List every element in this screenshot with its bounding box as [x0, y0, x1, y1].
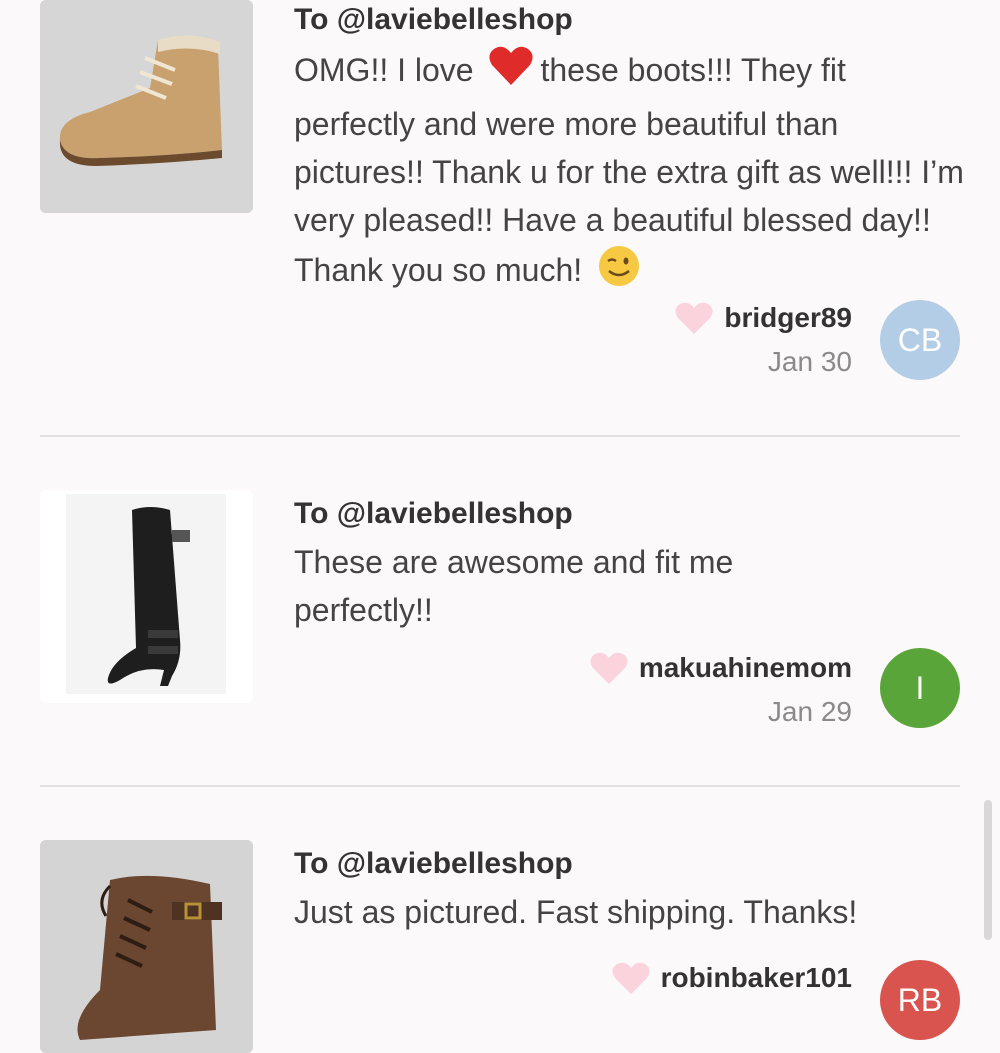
review-message: These are awesome and fit me perfectly!!: [294, 544, 734, 628]
avatar[interactable]: RB: [880, 960, 960, 1040]
reviewer-username[interactable]: bridger89: [724, 298, 852, 338]
review-date: Jan 30: [767, 346, 852, 377]
divider: [40, 435, 960, 437]
review-meta: robinbaker101: [611, 958, 852, 998]
reviewer-username[interactable]: robinbaker101: [661, 958, 852, 998]
like-heart-icon[interactable]: [589, 651, 629, 685]
review-feed: To @laviebelleshop OMG!! I love these bo…: [0, 0, 1000, 1053]
black-boot-image: [40, 490, 253, 703]
review-recipient: To @laviebelleshop: [294, 3, 573, 36]
product-thumbnail[interactable]: [40, 490, 253, 703]
product-thumbnail[interactable]: [40, 840, 253, 1053]
review-item: To @laviebelleshop Just as pictured. Fas…: [0, 840, 1000, 1053]
scrollbar[interactable]: [984, 800, 992, 940]
winking-face-emoji-icon: [597, 244, 641, 301]
review-message: Just as pictured. Fast shipping. Thanks!: [294, 894, 858, 930]
review-item: To @laviebelleshop OMG!! I love these bo…: [0, 0, 1000, 436]
review-meta: bridger89 Jan 30: [674, 298, 852, 382]
red-heart-emoji-icon: [488, 45, 534, 100]
product-thumbnail[interactable]: [40, 0, 253, 213]
reviewer-username[interactable]: makuahinemom: [639, 648, 852, 688]
brown-boot-image: [40, 840, 253, 1053]
review-date: Jan 29: [767, 696, 852, 727]
like-heart-icon[interactable]: [611, 961, 651, 995]
review-recipient: To @laviebelleshop: [294, 497, 573, 530]
tan-boot-image: [40, 0, 253, 213]
avatar[interactable]: CB: [880, 300, 960, 380]
review-item: To @laviebelleshop These are awesome and…: [0, 490, 1000, 786]
review-recipient: To @laviebelleshop: [294, 847, 573, 880]
review-message-text: OMG!! I love: [294, 51, 474, 88]
divider: [40, 785, 960, 787]
avatar[interactable]: I: [880, 648, 960, 728]
review-meta: makuahinemom Jan 29: [589, 648, 852, 732]
review-message: OMG!! I love these boots!!! They fit per…: [294, 45, 974, 301]
like-heart-icon[interactable]: [674, 301, 714, 335]
